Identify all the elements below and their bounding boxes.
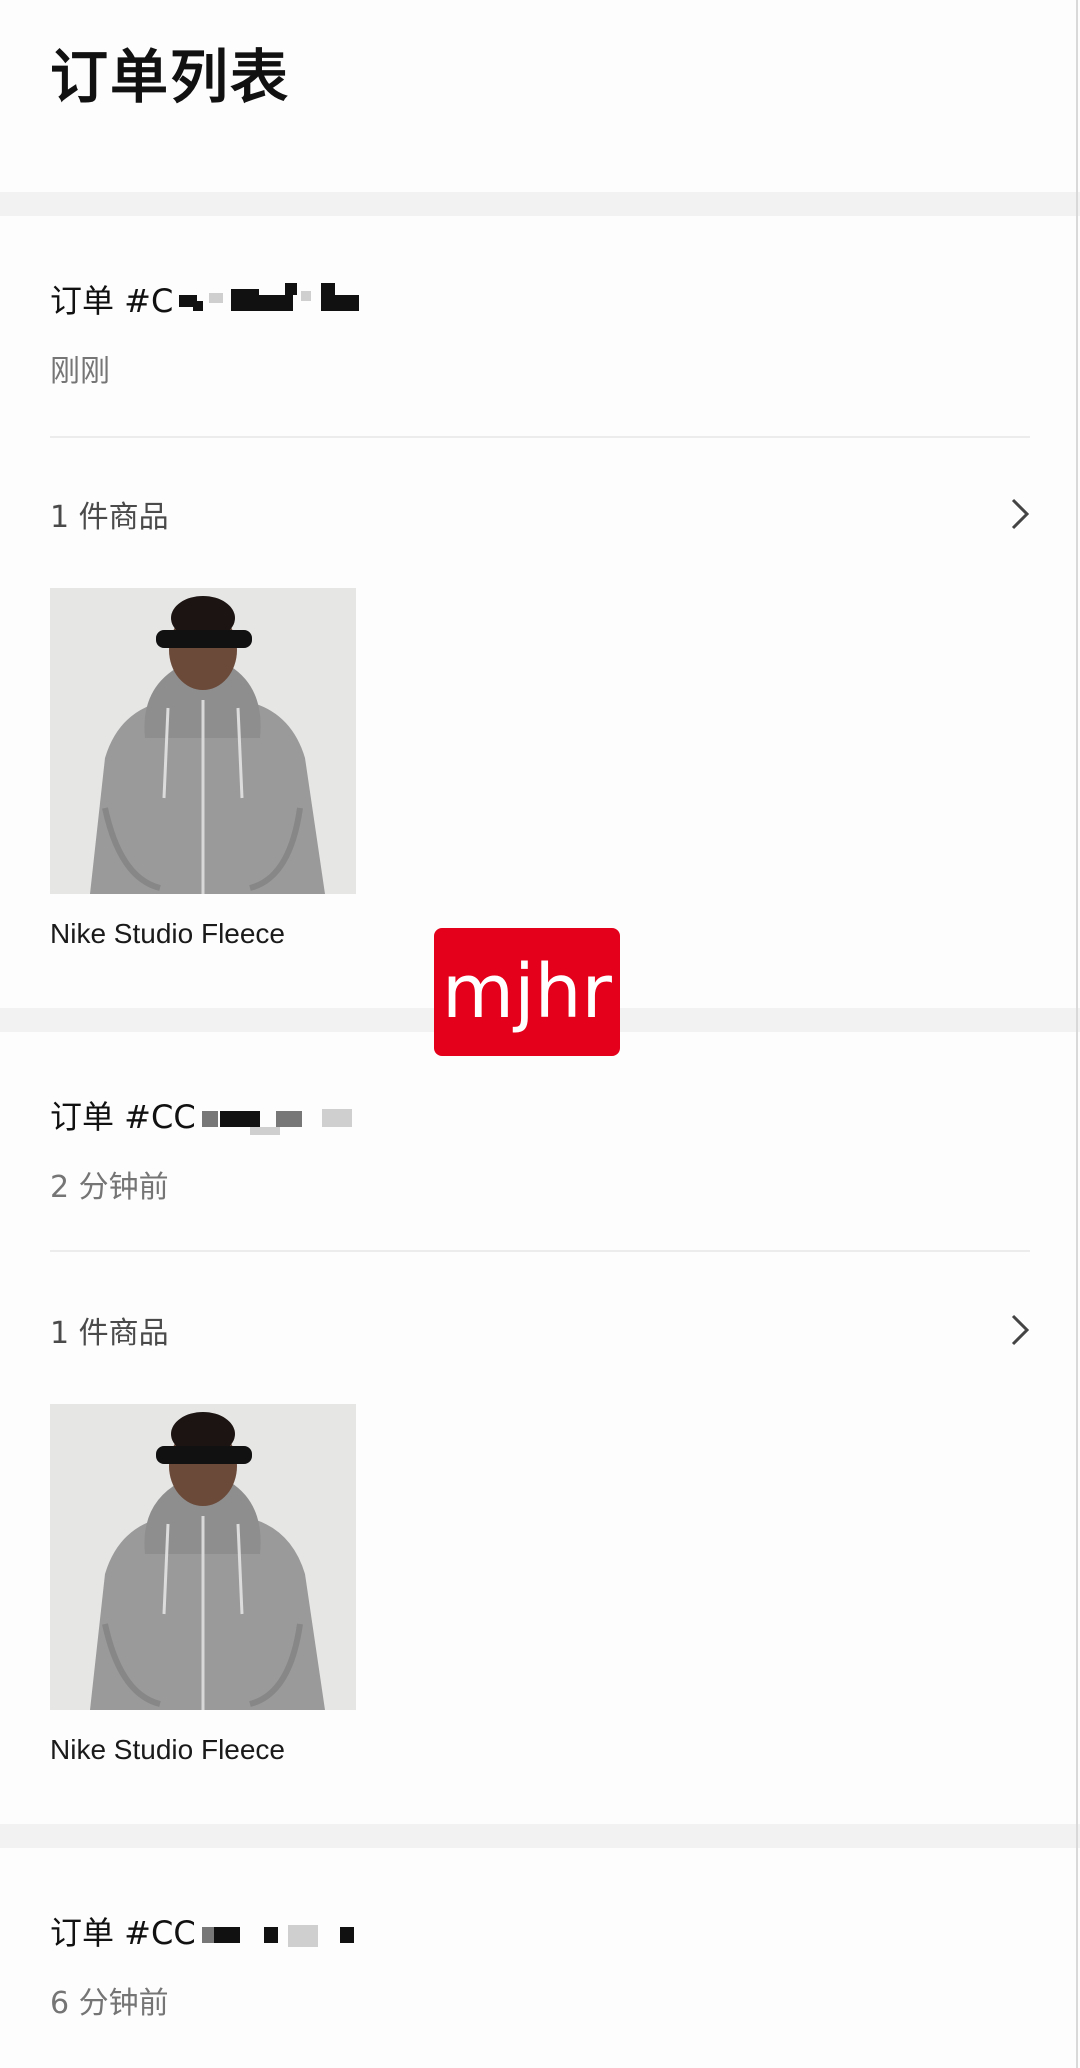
order-time: 刚刚 [50,354,110,389]
divider [50,436,1030,438]
product-image[interactable] [50,588,356,894]
order-time: 6 分钟前 [50,1986,169,2021]
order-card[interactable]: 订单 #CC 6 分钟前 [0,1848,1080,2068]
product-name: Nike Studio Fleece [50,1734,286,1765]
product-name: Nike Studio Fleece [50,918,286,949]
order-card[interactable]: 订单 #CC 2 分钟前 1 件商品 Nike Studio Fleece [0,1032,1080,1824]
section-separator [0,1824,1080,1848]
order-id-row: 订单 #CC [50,1092,402,1138]
page-header: 订单列表 [0,0,1080,192]
page-title: 订单列表 [50,43,291,111]
chevron-right-icon[interactable] [1005,494,1035,534]
frame-edge-right [1076,0,1078,2068]
watermark-badge: mjhr [434,928,620,1056]
hoodie-photo [50,1404,356,1710]
order-id: 订单 #CC [50,1098,196,1136]
items-count: 1 件商品 [50,1316,169,1351]
redacted-order-number [201,1097,402,1135]
order-card[interactable]: 订单 #C 刚刚 1 件商品 Nike Studio Fleece [0,216,1080,1008]
items-summary-row[interactable]: 1 件商品 [50,1300,1035,1360]
product-image[interactable] [50,1404,356,1710]
divider [50,1250,1030,1252]
order-time: 2 分钟前 [50,1170,169,1205]
hoodie-photo [50,588,356,894]
order-id-row: 订单 #C [50,276,409,322]
redacted-order-number [201,1913,392,1949]
order-id: 订单 #CC [50,1914,196,1952]
items-count: 1 件商品 [50,500,169,535]
chevron-right-icon[interactable] [1005,1310,1035,1350]
order-id-row: 订单 #CC [50,1908,392,1954]
items-summary-row[interactable]: 1 件商品 [50,484,1035,544]
order-id: 订单 #C [50,282,174,320]
section-separator [0,192,1080,216]
redacted-order-number [179,281,409,317]
